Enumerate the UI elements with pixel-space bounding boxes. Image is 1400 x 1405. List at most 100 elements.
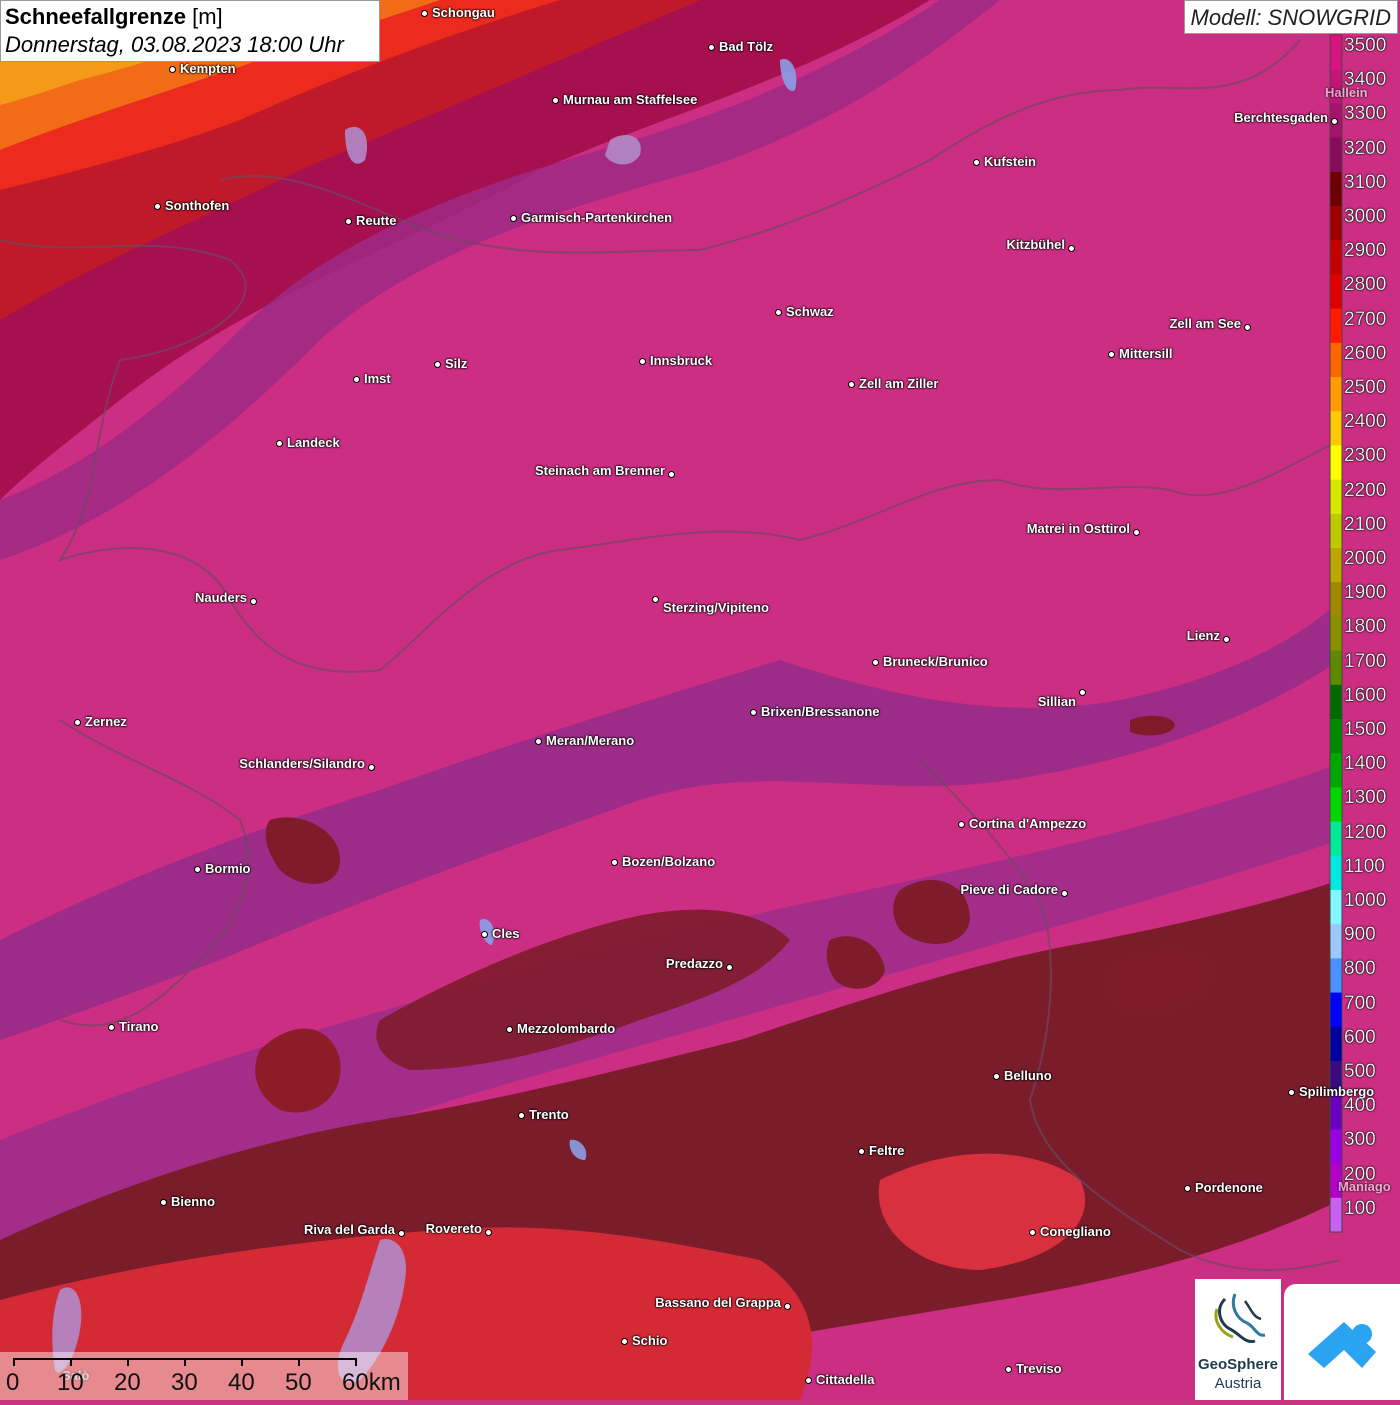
city-label: Kempten [180, 61, 236, 76]
city-dot [505, 1025, 513, 1033]
legend-label: 3500 [1344, 35, 1387, 56]
city-label: Landeck [287, 435, 340, 450]
scale-label: 10 [57, 1369, 84, 1396]
city-dot [397, 1229, 405, 1237]
city-dot [1078, 688, 1086, 696]
legend-label: 3000 [1344, 206, 1387, 227]
legend-label: 3100 [1344, 171, 1387, 193]
city-label: Treviso [1016, 1361, 1062, 1376]
legend-swatch [1330, 1095, 1342, 1130]
geosphere-icon [1214, 1293, 1266, 1344]
city-dot [484, 1228, 492, 1236]
city-dot [249, 597, 257, 605]
legend-label: 400 [1344, 1095, 1376, 1117]
legend-swatch [1330, 274, 1342, 310]
city-label: Schlanders/Silandro [239, 756, 365, 771]
city-label: Tirano [119, 1019, 159, 1034]
legend-swatch [1330, 650, 1342, 686]
city-dot [480, 930, 488, 938]
scale-label: 20 [114, 1369, 141, 1396]
city-label: Bassano del Grappa [655, 1295, 781, 1310]
city-dot [168, 65, 176, 73]
legend-label: 2800 [1344, 274, 1387, 296]
city-dot [1222, 635, 1230, 643]
city-label: Spilimbergo [1299, 1084, 1375, 1099]
city-dot [344, 217, 352, 225]
map-date: Donnerstag, 03.08.2023 18:00 Uhr [5, 32, 344, 57]
city-dot [847, 380, 855, 388]
city-label: Predazzo [665, 956, 723, 971]
city-dot [1132, 528, 1140, 536]
legend-label: 2300 [1344, 445, 1387, 467]
legend-label: 900 [1344, 924, 1376, 946]
city-label: Cittadella [816, 1372, 875, 1387]
legend-label: 1200 [1344, 821, 1387, 843]
city-dot [725, 963, 733, 971]
model-label: Modell: SNOWGRID [1183, 0, 1398, 34]
city-label: Trento [529, 1107, 569, 1122]
legend-label: 1000 [1344, 890, 1387, 911]
city-label: Kufstein [984, 154, 1036, 169]
city-dot [352, 375, 360, 383]
legend-swatch [1330, 35, 1342, 70]
legend-label: 2600 [1344, 342, 1387, 364]
city-dot [783, 1302, 791, 1310]
city-label: Conegliano [1040, 1224, 1111, 1239]
city-dot [638, 357, 646, 365]
city-label: Brixen/Bressanone [761, 704, 880, 719]
city-label: Zernez [85, 714, 127, 729]
title-unit: [m] [192, 4, 223, 29]
legend-label: 3300 [1344, 103, 1387, 125]
city-label: Pieve di Cadore [960, 882, 1058, 897]
scale-tick [355, 1358, 357, 1366]
scale-label: 0 [6, 1369, 20, 1396]
city-label: Meran/Merano [546, 733, 635, 748]
city-dot [420, 9, 428, 17]
city-dot [107, 1023, 115, 1031]
legend-swatch [1330, 684, 1342, 720]
city-label: Mezzolombardo [517, 1021, 616, 1036]
city-dot [871, 658, 879, 666]
legend-label: 2500 [1344, 377, 1387, 398]
city-dot [193, 865, 201, 873]
city-label: Kitzbühel [1006, 237, 1066, 252]
city-dot [749, 708, 757, 716]
city-dot [774, 308, 782, 316]
legend-swatch [1330, 582, 1342, 617]
legend-swatch [1330, 992, 1342, 1028]
city-label: Sterzing/Vipiteno [663, 600, 769, 615]
city-label: Riva del Garda [303, 1222, 395, 1237]
scale-tick [298, 1358, 300, 1366]
city-dot [857, 1147, 865, 1155]
city-label: Steinach am Brenner [534, 463, 665, 478]
legend-swatch [1330, 958, 1342, 994]
city-label: Garmisch-Partenkirchen [521, 210, 673, 225]
city-label: Pordenone [1195, 1180, 1263, 1195]
city-dot [972, 158, 980, 166]
city-label: Reutte [356, 213, 397, 228]
legend-label: 3200 [1344, 137, 1387, 159]
city-dot [73, 718, 81, 726]
city-label: Lienz [1186, 628, 1220, 643]
legend-swatch [1330, 924, 1342, 959]
city-label: Zell am Ziller [859, 376, 939, 391]
city-dot [433, 360, 441, 368]
legend-label: 600 [1344, 1026, 1376, 1048]
legend-label: 2100 [1344, 513, 1387, 535]
city-dot [667, 470, 675, 478]
city-dot [707, 43, 715, 51]
city-label: Bozen/Bolzano [622, 854, 716, 869]
legend-swatch [1330, 445, 1342, 481]
legend-swatch [1330, 342, 1342, 378]
legend-label: 500 [1344, 1061, 1376, 1082]
legend-swatch [1330, 240, 1342, 275]
legend-swatch [1330, 171, 1342, 207]
city-dot [620, 1337, 628, 1345]
city-label: Innsbruck [650, 353, 713, 368]
legend-label: 1700 [1344, 650, 1387, 672]
legend-label: 2700 [1344, 308, 1387, 330]
legend-label: 800 [1344, 958, 1376, 980]
city-label: Mittersill [1119, 346, 1173, 361]
city-label: Berchtesgaden [1234, 110, 1328, 125]
legend-label: 1300 [1344, 787, 1387, 809]
